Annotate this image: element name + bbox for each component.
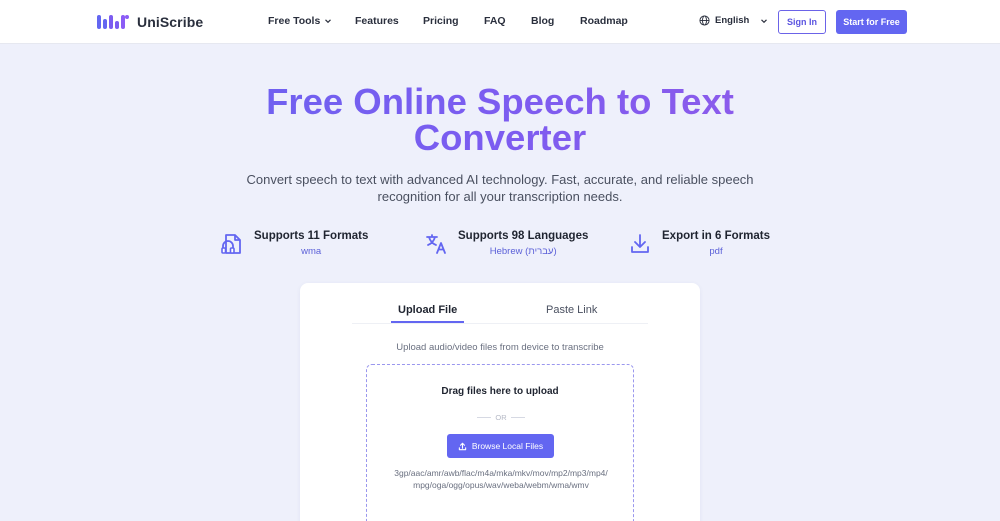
divider-line xyxy=(477,417,492,418)
active-tab-indicator xyxy=(391,321,464,323)
translate-icon xyxy=(426,234,446,254)
feature-formats: Supports 11 Formats wma xyxy=(220,229,368,258)
tab-paste-link[interactable]: Paste Link xyxy=(546,304,597,316)
upload-description: Upload audio/video files from device to … xyxy=(396,342,604,353)
top-navbar: UniScribe Free Tools Features Pricing FA… xyxy=(0,0,1000,44)
nav-blog[interactable]: Blog xyxy=(531,15,554,27)
language-label: English xyxy=(715,15,750,26)
upload-icon xyxy=(458,442,467,450)
feature-languages-value: Hebrew (עברית) xyxy=(489,246,557,257)
feature-languages: Supports 98 Languages Hebrew (עברית) xyxy=(424,229,588,258)
hero-title: Free Online Speech to Text Converter xyxy=(0,84,1000,156)
browse-button-label: Browse Local Files xyxy=(471,441,544,451)
upload-tabs: Upload File Paste Link xyxy=(352,300,648,324)
feature-formats-value: wma xyxy=(301,246,322,257)
browse-local-files-button[interactable]: Browse Local Files xyxy=(447,434,554,458)
nav-faq[interactable]: FAQ xyxy=(484,15,506,27)
tab-upload-file[interactable]: Upload File xyxy=(398,304,457,316)
nav-roadmap[interactable]: Roadmap xyxy=(580,15,628,27)
chevron-down-icon xyxy=(325,19,332,24)
upload-card: Upload File Paste Link Upload audio/vide… xyxy=(300,283,700,521)
supported-formats-list: 3gp/aac/amr/awb/flac/m4a/mka/mkv/mov/mp2… xyxy=(394,468,608,490)
or-divider: OR xyxy=(475,413,527,422)
nav-pricing[interactable]: Pricing xyxy=(423,15,459,27)
sign-in-button[interactable]: Sign In xyxy=(778,10,826,34)
feature-export-title: Export in 6 Formats xyxy=(662,230,770,242)
or-label: OR xyxy=(495,413,507,422)
brand-logo[interactable]: UniScribe xyxy=(97,12,203,32)
feature-export: Export in 6 Formats pdf xyxy=(628,229,770,258)
uniscribe-logo-icon xyxy=(97,15,129,29)
headphones-file-icon xyxy=(221,234,241,254)
brand-name: UniScribe xyxy=(137,14,204,30)
feature-languages-title: Supports 98 Languages xyxy=(458,230,589,242)
language-selector[interactable]: English xyxy=(699,15,768,26)
feature-formats-title: Supports 11 Formats xyxy=(254,230,369,242)
globe-icon xyxy=(699,15,710,26)
download-icon xyxy=(631,234,649,253)
chevron-down-icon xyxy=(761,18,768,23)
divider-line xyxy=(510,417,525,418)
nav-features[interactable]: Features xyxy=(355,15,399,27)
nav-free-tools-label: Free Tools xyxy=(268,15,321,27)
dropzone-title: Drag files here to upload xyxy=(441,386,559,397)
feature-export-value: pdf xyxy=(709,246,723,257)
hero-title-line-1: Free Online Speech to Text xyxy=(266,81,734,122)
file-dropzone[interactable]: Drag files here to upload OR Browse Loca… xyxy=(366,364,634,521)
hero-title-line-2: Converter xyxy=(413,117,587,158)
start-for-free-button[interactable]: Start for Free xyxy=(836,10,907,34)
nav-free-tools[interactable]: Free Tools xyxy=(268,15,332,27)
hero-subtitle: Convert speech to text with advanced AI … xyxy=(246,172,754,204)
